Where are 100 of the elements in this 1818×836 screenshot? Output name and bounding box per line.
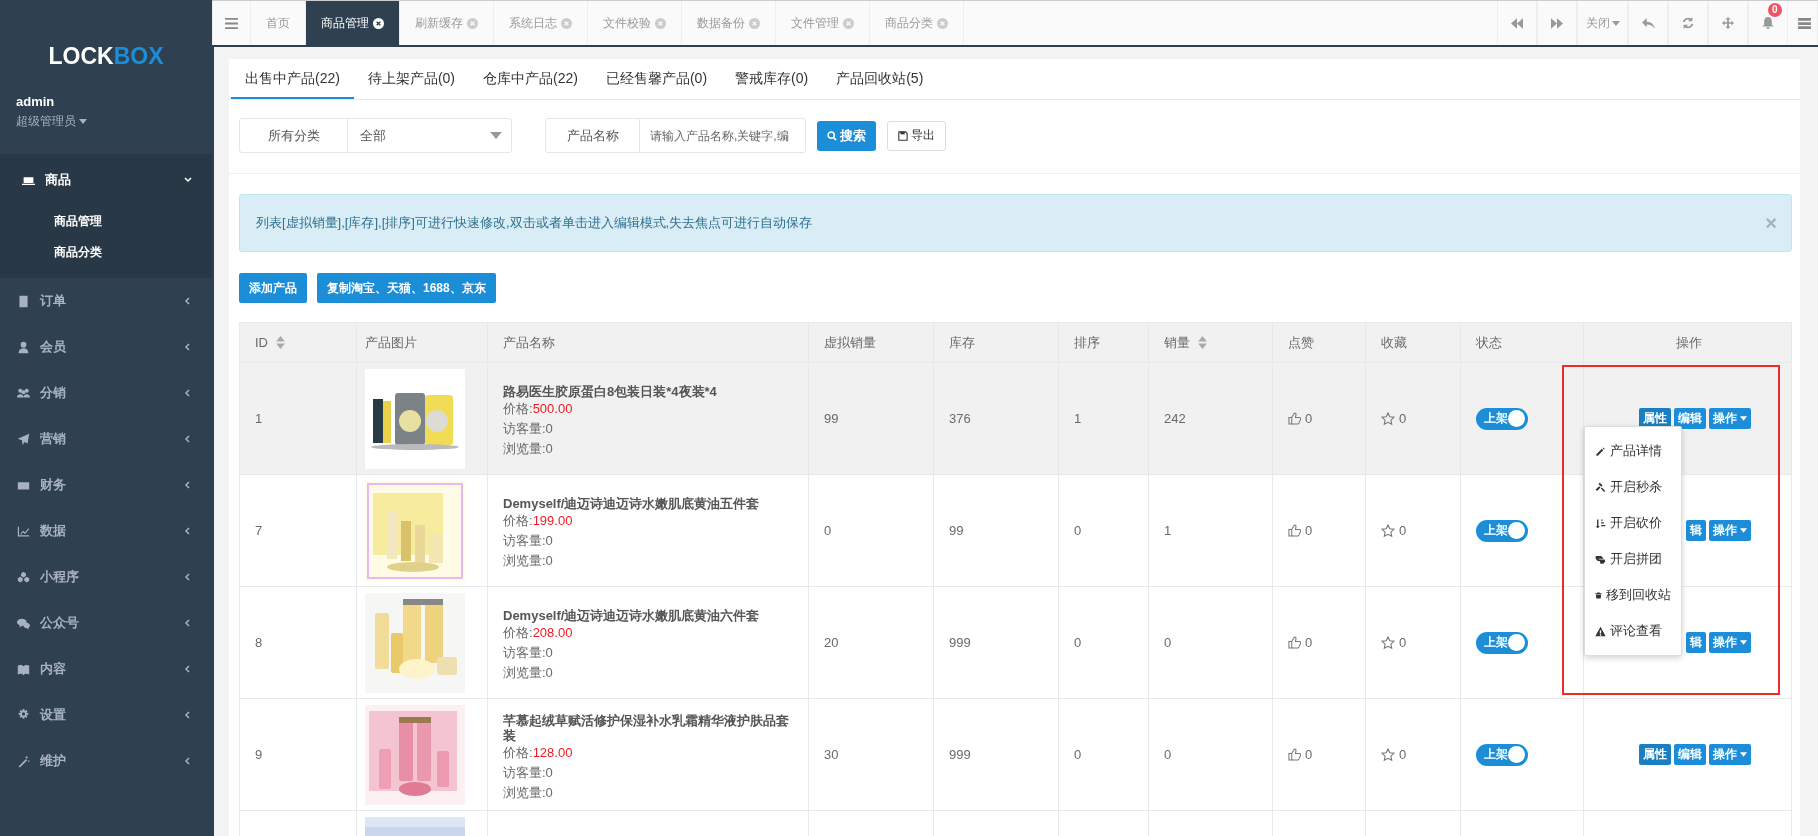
- scroll-right-button[interactable]: [1537, 1, 1577, 45]
- sidebar-item[interactable]: 分销: [0, 370, 212, 416]
- menu-item[interactable]: 开启砍价: [1585, 505, 1681, 541]
- row-action-button[interactable]: 辑: [1686, 520, 1706, 541]
- sidebar-item[interactable]: 公众号: [0, 600, 212, 646]
- close-tabs-dropdown[interactable]: 关闭: [1577, 1, 1628, 45]
- row-action-button[interactable]: 操作: [1709, 408, 1751, 429]
- column-header: 点赞: [1273, 323, 1366, 362]
- refresh-button[interactable]: [1668, 1, 1708, 45]
- sort-icon[interactable]: [1198, 336, 1207, 349]
- star-icon[interactable]: [1381, 523, 1395, 538]
- table-cell: 7: [240, 475, 357, 586]
- status-toggle[interactable]: 上架: [1476, 743, 1528, 766]
- page-tab[interactable]: 数据备份: [682, 1, 776, 45]
- user-role-dropdown[interactable]: 超级管理员: [16, 113, 87, 130]
- menu-item-icon: [17, 294, 30, 308]
- submenu-item[interactable]: 商品分类: [0, 237, 212, 268]
- page-tab[interactable]: 文件管理: [776, 1, 870, 45]
- close-icon[interactable]: [373, 17, 384, 29]
- row-action-button[interactable]: 操作: [1709, 744, 1751, 765]
- thumbs-up-icon[interactable]: [1288, 636, 1301, 649]
- thumbs-up-icon[interactable]: [1288, 412, 1301, 425]
- status-toggle[interactable]: 上架: [1476, 631, 1528, 654]
- row-action-button[interactable]: 操作: [1709, 632, 1751, 653]
- star-icon[interactable]: [1381, 411, 1395, 426]
- sidebar-item[interactable]: 财务: [0, 462, 212, 508]
- scroll-left-button[interactable]: [1497, 1, 1537, 45]
- column-header: 收藏: [1366, 323, 1461, 362]
- page-tab[interactable]: 商品管理: [306, 1, 400, 45]
- menu-item-icon: [1595, 481, 1606, 493]
- sidebar-item[interactable]: 订单: [0, 278, 212, 324]
- menu-item-icon: [1595, 625, 1606, 637]
- product-tab[interactable]: 待上架产品(0): [353, 59, 470, 99]
- sidebar-item[interactable]: 小程序: [0, 554, 212, 600]
- fullscreen-button[interactable]: [1708, 1, 1748, 45]
- product-tab[interactable]: 已经售馨产品(0): [591, 59, 722, 99]
- chevron-left-icon: [184, 435, 192, 443]
- sidebar-item[interactable]: 维护: [0, 738, 212, 784]
- submenu-item[interactable]: 商品管理: [0, 206, 212, 237]
- back-button[interactable]: [1628, 1, 1668, 45]
- thumbs-up-icon[interactable]: [1288, 524, 1301, 537]
- favorite-count: 0: [1399, 747, 1407, 762]
- list-icon: [1798, 17, 1811, 29]
- row-action-button[interactable]: 辑: [1686, 632, 1706, 653]
- product-name: Demyself/迪迈诗迪迈诗水嫩肌底黄油五件套: [503, 496, 760, 511]
- sidebar-item[interactable]: 营销: [0, 416, 212, 462]
- product-tab[interactable]: 警戒库存(0): [721, 59, 823, 99]
- star-icon[interactable]: [1381, 747, 1395, 762]
- visitor-count: 访客量:0: [503, 532, 553, 550]
- menu-item[interactable]: 产品详情: [1585, 433, 1681, 469]
- table-cell: 0: [1059, 587, 1149, 698]
- visitor-count: 访客量:0: [503, 644, 553, 662]
- table-cell: 99: [809, 363, 934, 474]
- menu-item[interactable]: 开启拼团: [1585, 541, 1681, 577]
- menu-toggle-button[interactable]: [212, 1, 251, 45]
- thumbs-up-icon[interactable]: [1288, 748, 1301, 761]
- table-cell: 0: [1149, 587, 1273, 698]
- page-tab[interactable]: 商品分类: [870, 1, 964, 45]
- star-icon[interactable]: [1381, 635, 1395, 650]
- product-name-input[interactable]: 请输入产品名称,关键字,编: [640, 118, 806, 153]
- category-select[interactable]: 所有分类 全部: [239, 118, 512, 153]
- row-action-button[interactable]: 操作: [1709, 520, 1751, 541]
- action-button[interactable]: 添加产品: [239, 273, 307, 303]
- sidebar-item[interactable]: 内容: [0, 646, 212, 692]
- column-header: 产品图片: [357, 323, 488, 362]
- row-action-button[interactable]: 编辑: [1674, 744, 1706, 765]
- column-header: 产品名称: [488, 323, 809, 362]
- chevron-left-icon: [184, 389, 192, 397]
- sidebar-item[interactable]: 数据: [0, 508, 212, 554]
- notifications-button[interactable]: 0: [1748, 1, 1788, 45]
- column-header: 虚拟销量: [809, 323, 934, 362]
- page-tab[interactable]: 系统日志: [494, 1, 588, 45]
- table-cell: 376: [934, 363, 1059, 474]
- product-tab[interactable]: 产品回收站(5): [822, 59, 938, 99]
- page-tab[interactable]: 文件校验: [588, 1, 682, 45]
- sort-icon[interactable]: [276, 336, 285, 349]
- double-left-icon: [1511, 17, 1523, 29]
- table-cell: 0: [809, 475, 934, 586]
- status-toggle[interactable]: 上架: [1476, 407, 1528, 430]
- sidebar-item[interactable]: 会员: [0, 324, 212, 370]
- view-count: 浏览量:0: [503, 552, 553, 570]
- export-button[interactable]: 导出: [887, 120, 946, 151]
- status-toggle[interactable]: 上架: [1476, 519, 1528, 542]
- menu-item[interactable]: 评论查看: [1585, 613, 1681, 649]
- search-button[interactable]: 搜索: [817, 120, 876, 151]
- row-action-button[interactable]: 属性: [1639, 744, 1671, 765]
- chevron-left-icon: [184, 619, 192, 627]
- reply-arrow-icon: [1641, 17, 1655, 29]
- page-tab[interactable]: 刷新缓存: [400, 1, 494, 45]
- action-button[interactable]: 复制淘宝、天猫、1688、京东: [317, 273, 496, 303]
- product-name: 芊慕起绒草赋活修护保湿补水乳霜精华液护肤品套装: [503, 712, 790, 743]
- favorite-count: 0: [1399, 411, 1407, 426]
- row-action-button[interactable]: 编辑: [1674, 408, 1706, 429]
- table-row[interactable]: 9 芊慕起绒草赋活修护保湿补水乳霜精华液护肤品套装 价格:128.00 访客量:0 浏览量:0 30 999 0 0 0 0 上架 属性 编辑 操作: [240, 699, 1791, 811]
- product-tab[interactable]: 出售中产品(22): [231, 59, 354, 99]
- product-tab[interactable]: 仓库中产品(22): [469, 59, 592, 99]
- sidebar-item[interactable]: 商品: [0, 154, 212, 206]
- caret-icon: [1740, 752, 1747, 757]
- sidebar-item[interactable]: 设置: [0, 692, 212, 738]
- like-count: 0: [1305, 523, 1313, 538]
